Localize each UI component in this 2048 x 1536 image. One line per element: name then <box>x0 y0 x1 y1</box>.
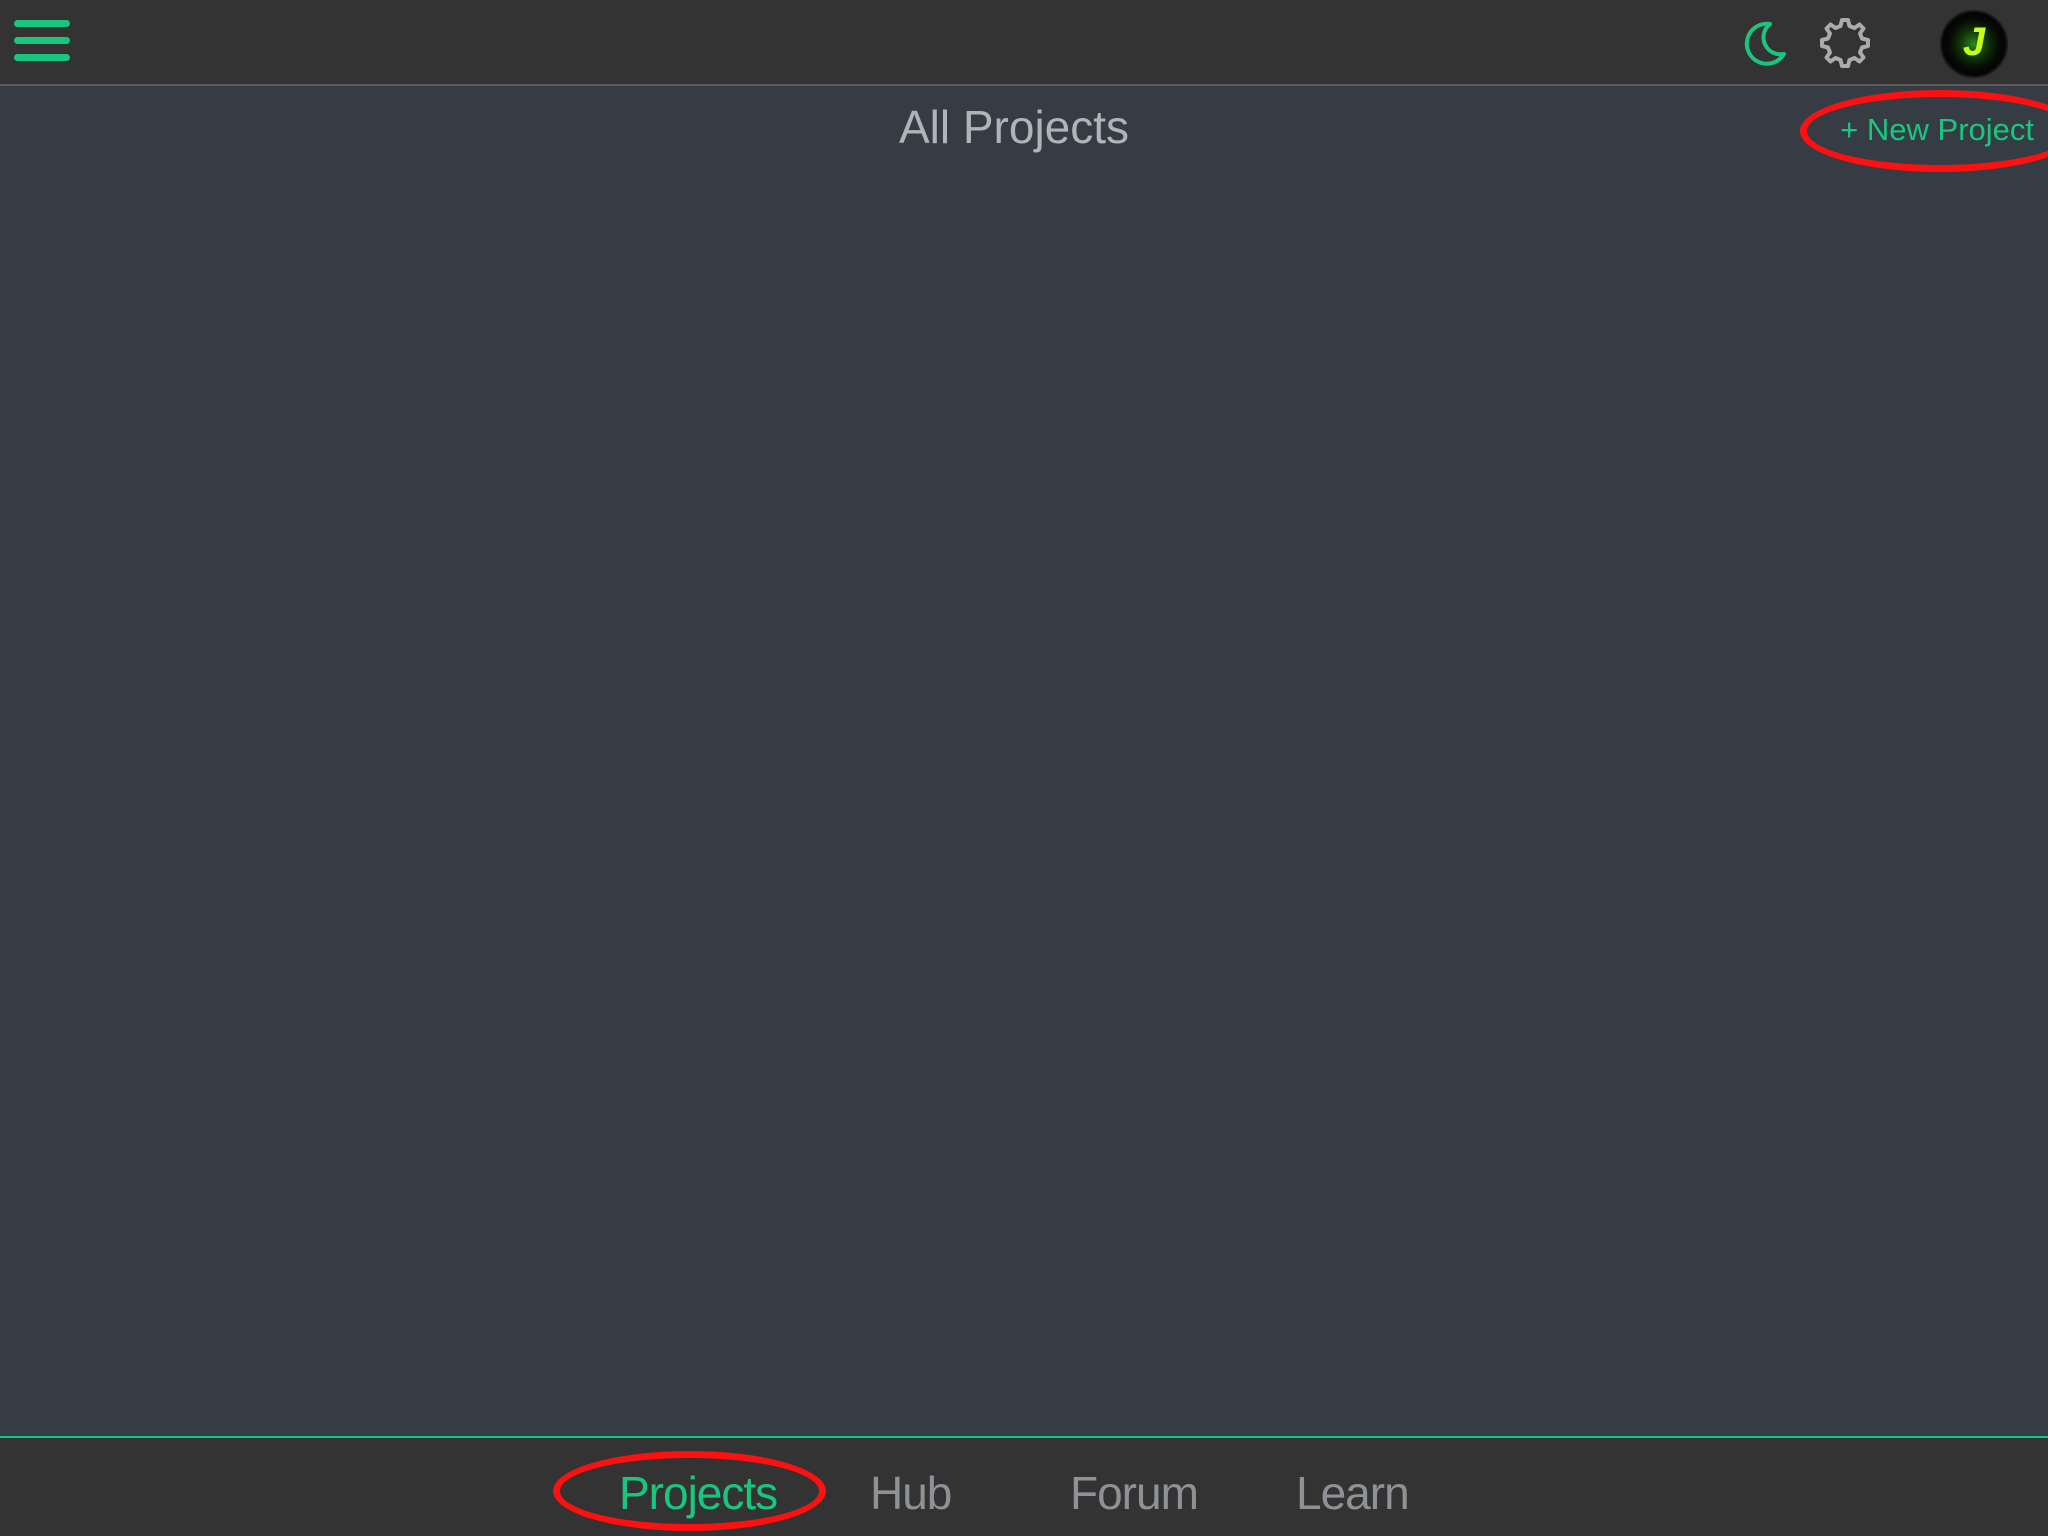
tab-learn[interactable]: Learn <box>1296 1466 1410 1520</box>
tab-forum[interactable]: Forum <box>1070 1466 1199 1520</box>
gear-icon[interactable] <box>1818 16 1872 70</box>
menu-bar-line <box>14 54 70 61</box>
tab-projects[interactable]: Projects <box>619 1466 778 1520</box>
menu-bar-line <box>14 20 70 27</box>
avatar[interactable]: J <box>1940 10 2008 78</box>
bottom-tab-bar: Projects Hub Forum Learn <box>0 1436 2048 1536</box>
hamburger-menu-icon[interactable] <box>14 20 70 62</box>
app-root: J All Projects + New Project Projects Hu… <box>0 0 2048 1536</box>
tab-hub[interactable]: Hub <box>870 1466 952 1520</box>
top-bar: J <box>0 0 2048 86</box>
menu-bar-line <box>14 37 70 44</box>
avatar-letter: J <box>1962 20 1986 64</box>
page-title: All Projects <box>898 101 1130 153</box>
moon-icon[interactable] <box>1740 18 1790 68</box>
new-project-button[interactable]: + New Project <box>1840 112 2034 148</box>
